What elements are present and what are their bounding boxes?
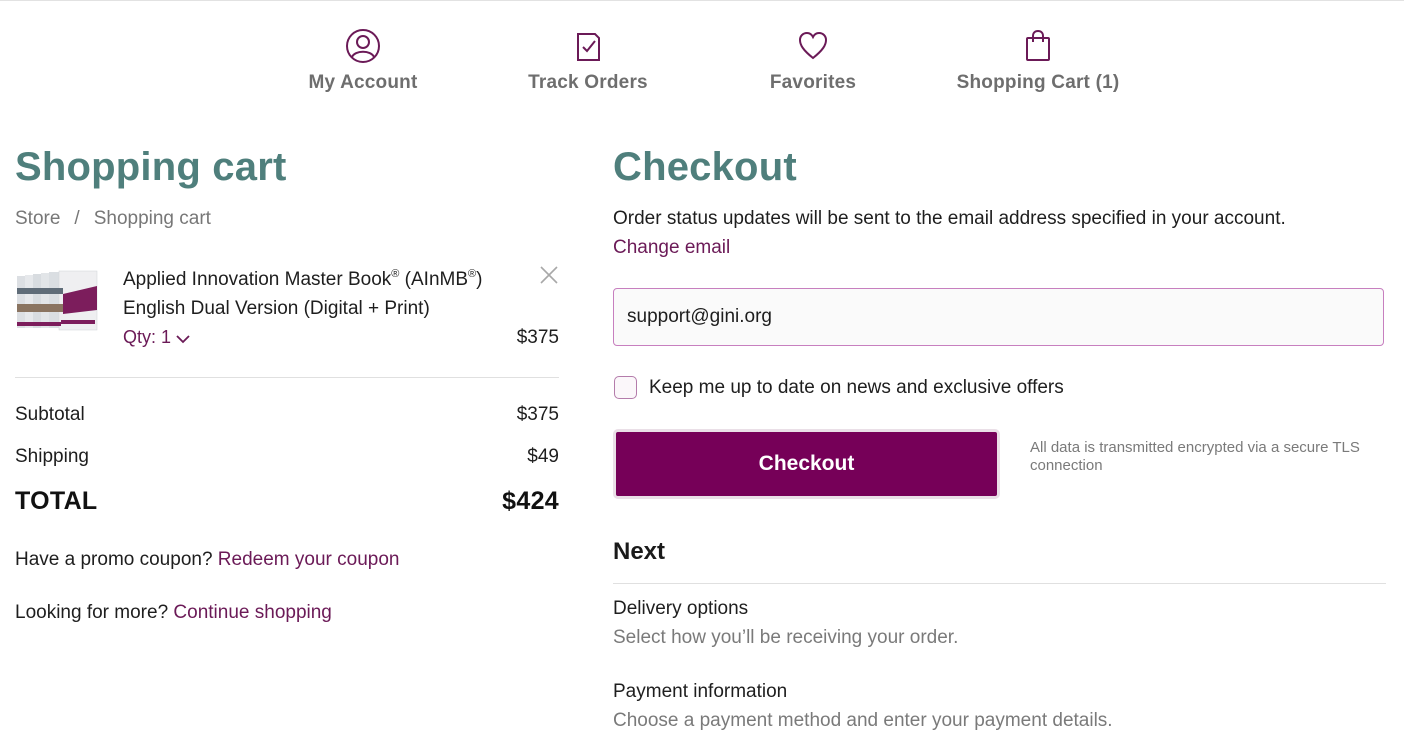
promo-text: Have a promo coupon? — [15, 549, 218, 570]
nav-my-account-label: My Account — [308, 72, 418, 93]
promo-line: Have a promo coupon? Redeem your coupon — [15, 549, 399, 571]
newsletter-label[interactable]: Keep me up to date on news and exclusive… — [649, 377, 1064, 399]
clipboard-check-icon — [568, 26, 608, 66]
cart-title: Shopping cart — [15, 145, 287, 189]
subtotal-value: $375 — [516, 404, 559, 425]
order-status-info: Order status updates will be sent to the… — [613, 208, 1286, 229]
registered-mark: ® — [468, 268, 477, 280]
nav-my-account[interactable]: My Account — [253, 26, 473, 94]
nav-favorites-label: Favorites — [769, 72, 857, 93]
nav-shopping-cart[interactable]: Shopping Cart (1) — [928, 26, 1148, 94]
shipping-label: Shipping — [15, 446, 89, 467]
nav-track-orders[interactable]: Track Orders — [478, 26, 698, 94]
delivery-options-title: Delivery options — [613, 598, 749, 619]
next-heading: Next — [613, 538, 666, 565]
payment-information-title: Payment information — [613, 681, 788, 702]
product-title-close: ) — [476, 269, 483, 290]
continue-shopping-link[interactable]: Continue shopping — [173, 602, 331, 623]
breadcrumb-store[interactable]: Store — [15, 208, 60, 229]
product-title-text: Applied Innovation Master Book — [123, 269, 392, 290]
checkout-title: Checkout — [613, 145, 797, 189]
cart-divider — [15, 377, 559, 378]
heart-icon — [793, 26, 833, 66]
nav-favorites[interactable]: Favorites — [703, 26, 923, 94]
shipping-value: $49 — [527, 446, 559, 467]
product-title-abbr: (AInMB — [399, 269, 469, 290]
total-label: TOTAL — [15, 487, 98, 515]
secure-note: All data is transmitted encrypted via a … — [1030, 439, 1360, 474]
newsletter-checkbox[interactable] — [614, 376, 637, 399]
shopping-bag-icon — [1018, 26, 1058, 66]
quantity-label: Qty: 1 — [123, 327, 172, 347]
more-text: Looking for more? — [15, 602, 174, 623]
product-title[interactable]: Applied Innovation Master Book® (AInMB®)… — [123, 260, 523, 323]
subtotal-label: Subtotal — [15, 404, 85, 425]
checkout-button[interactable]: Checkout — [613, 429, 1000, 499]
redeem-coupon-link[interactable]: Redeem your coupon — [218, 549, 400, 570]
user-circle-icon — [343, 26, 383, 66]
product-thumbnail[interactable] — [15, 270, 99, 334]
next-divider — [613, 583, 1386, 584]
close-icon — [540, 266, 558, 284]
top-divider — [0, 0, 1404, 1]
payment-information-subtitle: Choose a payment method and enter your p… — [613, 710, 1113, 731]
product-variant: English Dual Version (Digital + Print) — [123, 298, 430, 319]
email-field[interactable] — [613, 288, 1384, 346]
total-value: $424 — [502, 487, 559, 515]
breadcrumb: Store / Shopping cart — [15, 208, 211, 230]
breadcrumb-current: Shopping cart — [93, 208, 211, 229]
chevron-down-icon — [176, 335, 190, 344]
nav-track-orders-label: Track Orders — [528, 72, 648, 93]
change-email-link[interactable]: Change email — [613, 237, 730, 259]
delivery-options-subtitle: Select how you’ll be receiving your orde… — [613, 627, 959, 648]
item-price: $375 — [516, 327, 559, 348]
remove-item-button[interactable] — [538, 264, 560, 286]
breadcrumb-separator: / — [74, 208, 80, 229]
continue-line: Looking for more? Continue shopping — [15, 602, 332, 624]
quantity-select[interactable]: Qty: 1 — [123, 327, 191, 348]
nav-shopping-cart-label: Shopping Cart (1) — [956, 72, 1120, 93]
